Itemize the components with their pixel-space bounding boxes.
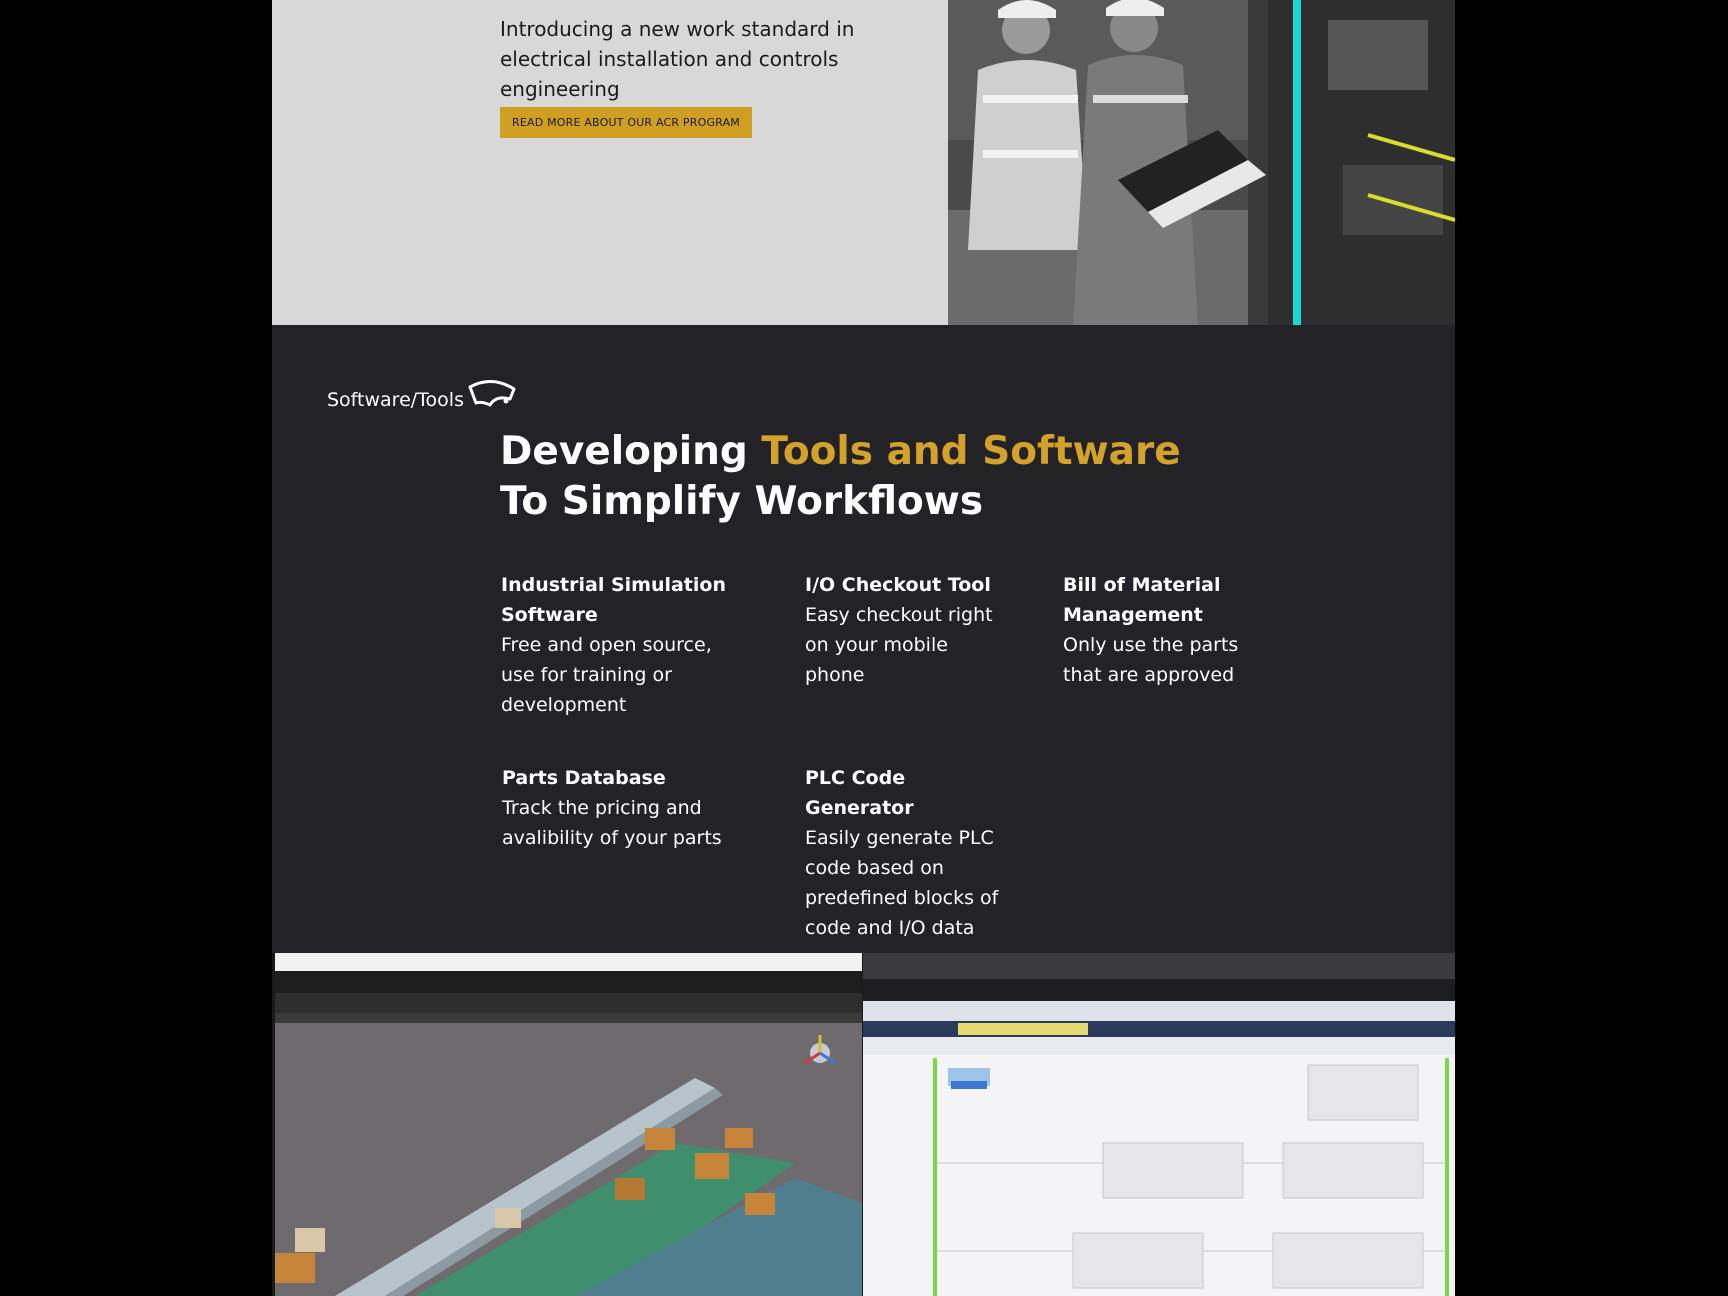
feature-description: Only use the parts that are approved [1063, 634, 1239, 686]
engineers-photo-image [948, 0, 1455, 327]
feature-io-checkout: I/O Checkout Tool Easy checkout right on… [805, 570, 1000, 690]
feature-title: Industrial Simulation Software [501, 574, 726, 626]
feature-parts-database: Parts Database Track the pricing and ava… [502, 763, 727, 853]
simulation-screenshot-image [275, 953, 862, 1296]
plc-editor-screenshot-image [863, 953, 1455, 1296]
plc-editor-screenshot [863, 953, 1455, 1296]
feature-description: Track the pricing and avalibility of you… [502, 797, 722, 849]
headline-part2: To Simplify Workflows [500, 479, 984, 524]
hero-heading-cropped [500, 0, 620, 4]
acr-hero-section: Introducing a new work standard in elect… [272, 0, 1455, 327]
feature-bom-management: Bill of Material Management Only use the… [1063, 570, 1253, 690]
section-label-text: Software/Tools [327, 389, 464, 411]
headline-part1: Developing [500, 429, 762, 474]
feature-industrial-simulation: Industrial Simulation Software Free and … [501, 570, 731, 720]
section-headline: Developing Tools and Software To Simplif… [500, 427, 1300, 527]
engineers-photo [948, 0, 1455, 327]
simulation-screenshot [275, 953, 862, 1296]
section-label: Software/Tools [327, 377, 518, 411]
feature-description: Free and open source, use for training o… [501, 634, 712, 716]
feature-plc-code-generator: PLC Code Generator Easily generate PLC c… [805, 763, 1020, 943]
hero-intro-text: Introducing a new work standard in elect… [500, 17, 855, 101]
feature-title: PLC Code Generator [805, 767, 914, 819]
hard-hat-icon [468, 380, 516, 407]
feature-description: Easily generate PLC code based on predef… [805, 827, 999, 939]
page: Introducing a new work standard in elect… [272, 0, 1455, 1296]
software-screenshots [272, 953, 1455, 1296]
software-tools-section: Software/Tools Developing Tools and Soft… [272, 325, 1455, 953]
feature-title: Bill of Material Management [1063, 574, 1221, 626]
headline-accent: Tools and Software [761, 429, 1181, 474]
read-more-acr-button[interactable]: READ MORE ABOUT OUR ACR PROGRAM [500, 107, 752, 138]
feature-description: Easy checkout right on your mobile phone [805, 604, 993, 686]
feature-title: I/O Checkout Tool [805, 574, 991, 596]
feature-title: Parts Database [502, 767, 666, 789]
